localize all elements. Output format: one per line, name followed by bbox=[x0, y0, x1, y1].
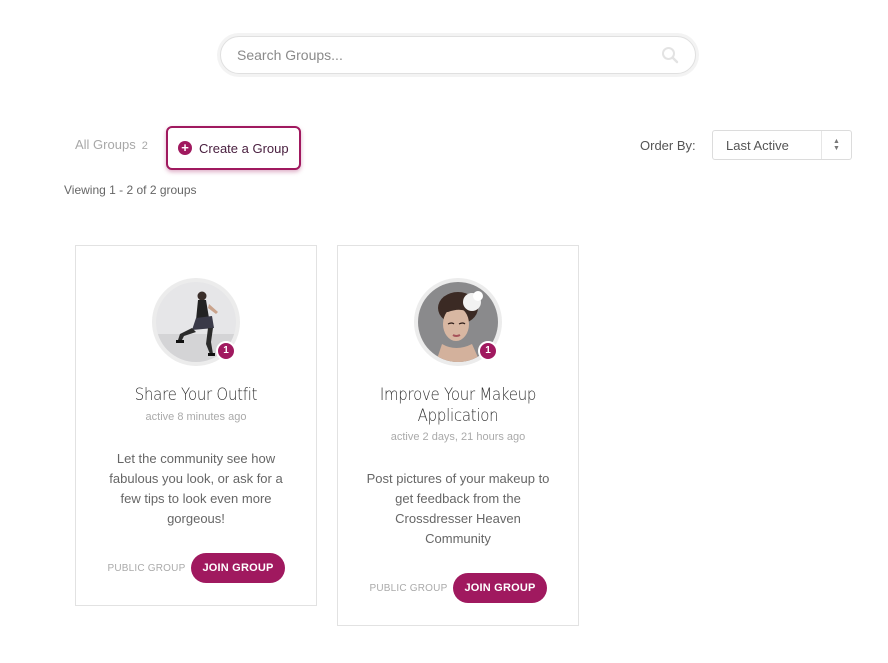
tab-all-groups-label: All Groups bbox=[75, 137, 136, 152]
group-footer: PUBLIC GROUP JOIN GROUP bbox=[76, 553, 316, 583]
member-count-badge: 1 bbox=[478, 341, 498, 361]
all-groups-count: 2 bbox=[141, 140, 148, 152]
create-group-button[interactable]: + Create a Group bbox=[166, 126, 301, 170]
order-by-label: Order By: bbox=[640, 138, 696, 153]
group-last-active: active 2 days, 21 hours ago bbox=[390, 431, 526, 443]
group-title[interactable]: Share Your Outfit bbox=[99, 385, 293, 406]
search-input[interactable] bbox=[237, 37, 657, 73]
search-box bbox=[220, 36, 696, 74]
groups-directory-page: All Groups 2 + Create a Group Order By: L… bbox=[0, 0, 888, 663]
member-count-badge: 1 bbox=[216, 341, 236, 361]
order-by-select[interactable]: Last Active ▲ ▼ bbox=[712, 130, 852, 160]
order-by-value: Last Active bbox=[726, 138, 789, 153]
join-group-button[interactable]: JOIN GROUP bbox=[453, 573, 547, 603]
group-description: Post pictures of your makeup to get feed… bbox=[366, 471, 550, 546]
group-description: Let the community see how fabulous you l… bbox=[109, 451, 283, 526]
group-last-active: active 8 minutes ago bbox=[145, 411, 247, 423]
group-card: 1 Share Your Outfit active 8 minutes ago… bbox=[75, 245, 317, 606]
group-type: PUBLIC GROUP bbox=[107, 562, 186, 574]
join-group-button[interactable]: JOIN GROUP bbox=[191, 553, 285, 583]
select-arrows-icon: ▲ ▼ bbox=[821, 131, 851, 159]
group-title[interactable]: Improve Your Makeup Application bbox=[361, 385, 555, 427]
pagination-count: Viewing 1 - 2 of 2 groups bbox=[64, 183, 197, 197]
plus-circle-icon: + bbox=[178, 141, 192, 155]
group-card: 1 Improve Your Makeup Application active… bbox=[337, 245, 579, 626]
group-footer: PUBLIC GROUP JOIN GROUP bbox=[338, 573, 578, 603]
create-group-label: Create a Group bbox=[199, 140, 289, 156]
tab-all-groups[interactable]: All Groups 2 bbox=[75, 137, 148, 152]
search-icon[interactable] bbox=[661, 46, 679, 64]
group-type: PUBLIC GROUP bbox=[369, 582, 448, 594]
